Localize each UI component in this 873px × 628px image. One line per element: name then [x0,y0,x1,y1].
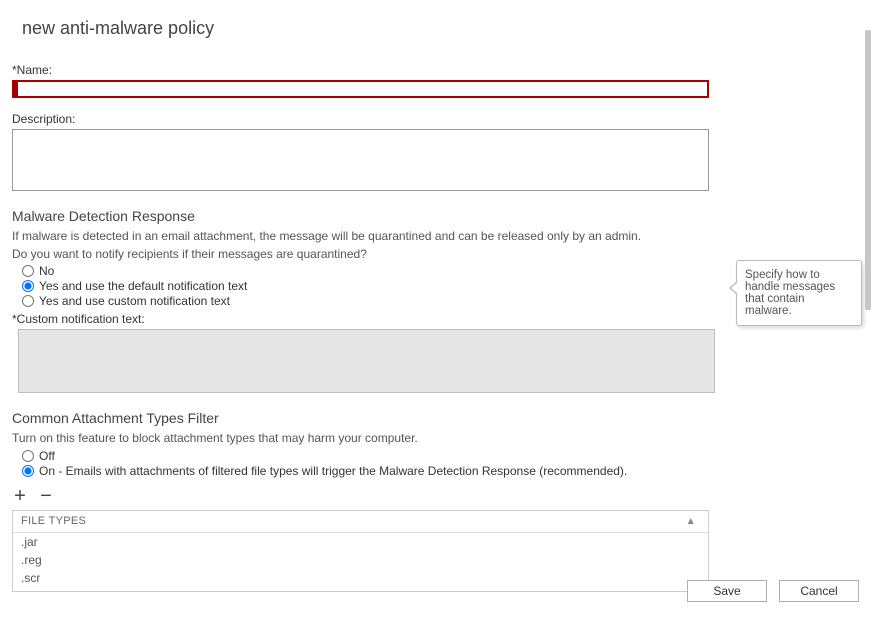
mdr-radio-yes-default-input[interactable] [22,280,34,292]
table-row[interactable]: .scr [13,569,708,587]
catf-radio-on-label: On - Emails with attachments of filtered… [39,464,627,478]
filetypes-table: FILE TYPES ▲ .jar .reg .scr [12,510,709,592]
mdr-radio-yes-custom-input[interactable] [22,295,34,307]
filetypes-body[interactable]: .jar .reg .scr [13,533,708,591]
filetypes-header-row[interactable]: FILE TYPES ▲ [13,511,708,533]
mdr-radio-yes-default-label: Yes and use the default notification tex… [39,279,247,293]
catf-desc: Turn on this feature to block attachment… [12,430,696,446]
mdr-desc-1: If malware is detected in an email attac… [12,228,696,244]
help-callout: Specify how to handle messages that cont… [736,260,862,326]
remove-button[interactable]: − [38,486,54,506]
mdr-radio-yes-custom[interactable]: Yes and use custom notification text [22,294,696,308]
custom-text-input [18,329,715,393]
mdr-radio-no-label: No [39,264,54,278]
mdr-radio-yes-default[interactable]: Yes and use the default notification tex… [22,279,696,293]
filetypes-header-label: FILE TYPES [21,515,686,527]
save-button[interactable]: Save [687,580,767,602]
name-label: Name: [12,63,696,77]
table-row[interactable]: .reg [13,551,708,569]
mdr-heading: Malware Detection Response [12,208,696,224]
description-input[interactable] [12,129,709,191]
cancel-button[interactable]: Cancel [779,580,859,602]
page-title: new anti-malware policy [22,18,696,39]
page-scrollbar[interactable] [865,30,871,310]
mdr-radio-no-input[interactable] [22,265,34,277]
catf-heading: Common Attachment Types Filter [12,410,696,426]
mdr-radio-yes-custom-label: Yes and use custom notification text [39,294,230,308]
catf-radio-off[interactable]: Off [22,449,696,463]
mdr-radio-no[interactable]: No [22,264,696,278]
table-row[interactable]: .jar [13,533,708,551]
mdr-desc-2: Do you want to notify recipients if thei… [12,246,696,262]
add-button[interactable]: + [12,486,28,506]
name-input[interactable] [12,80,709,98]
description-label: Description: [12,112,696,126]
catf-radio-off-input[interactable] [22,450,34,462]
custom-text-label: Custom notification text: [12,312,696,326]
sort-asc-icon: ▲ [686,516,696,527]
catf-radio-on-input[interactable] [22,465,34,477]
catf-radio-on[interactable]: On - Emails with attachments of filtered… [22,464,696,478]
catf-radio-off-label: Off [39,449,55,463]
